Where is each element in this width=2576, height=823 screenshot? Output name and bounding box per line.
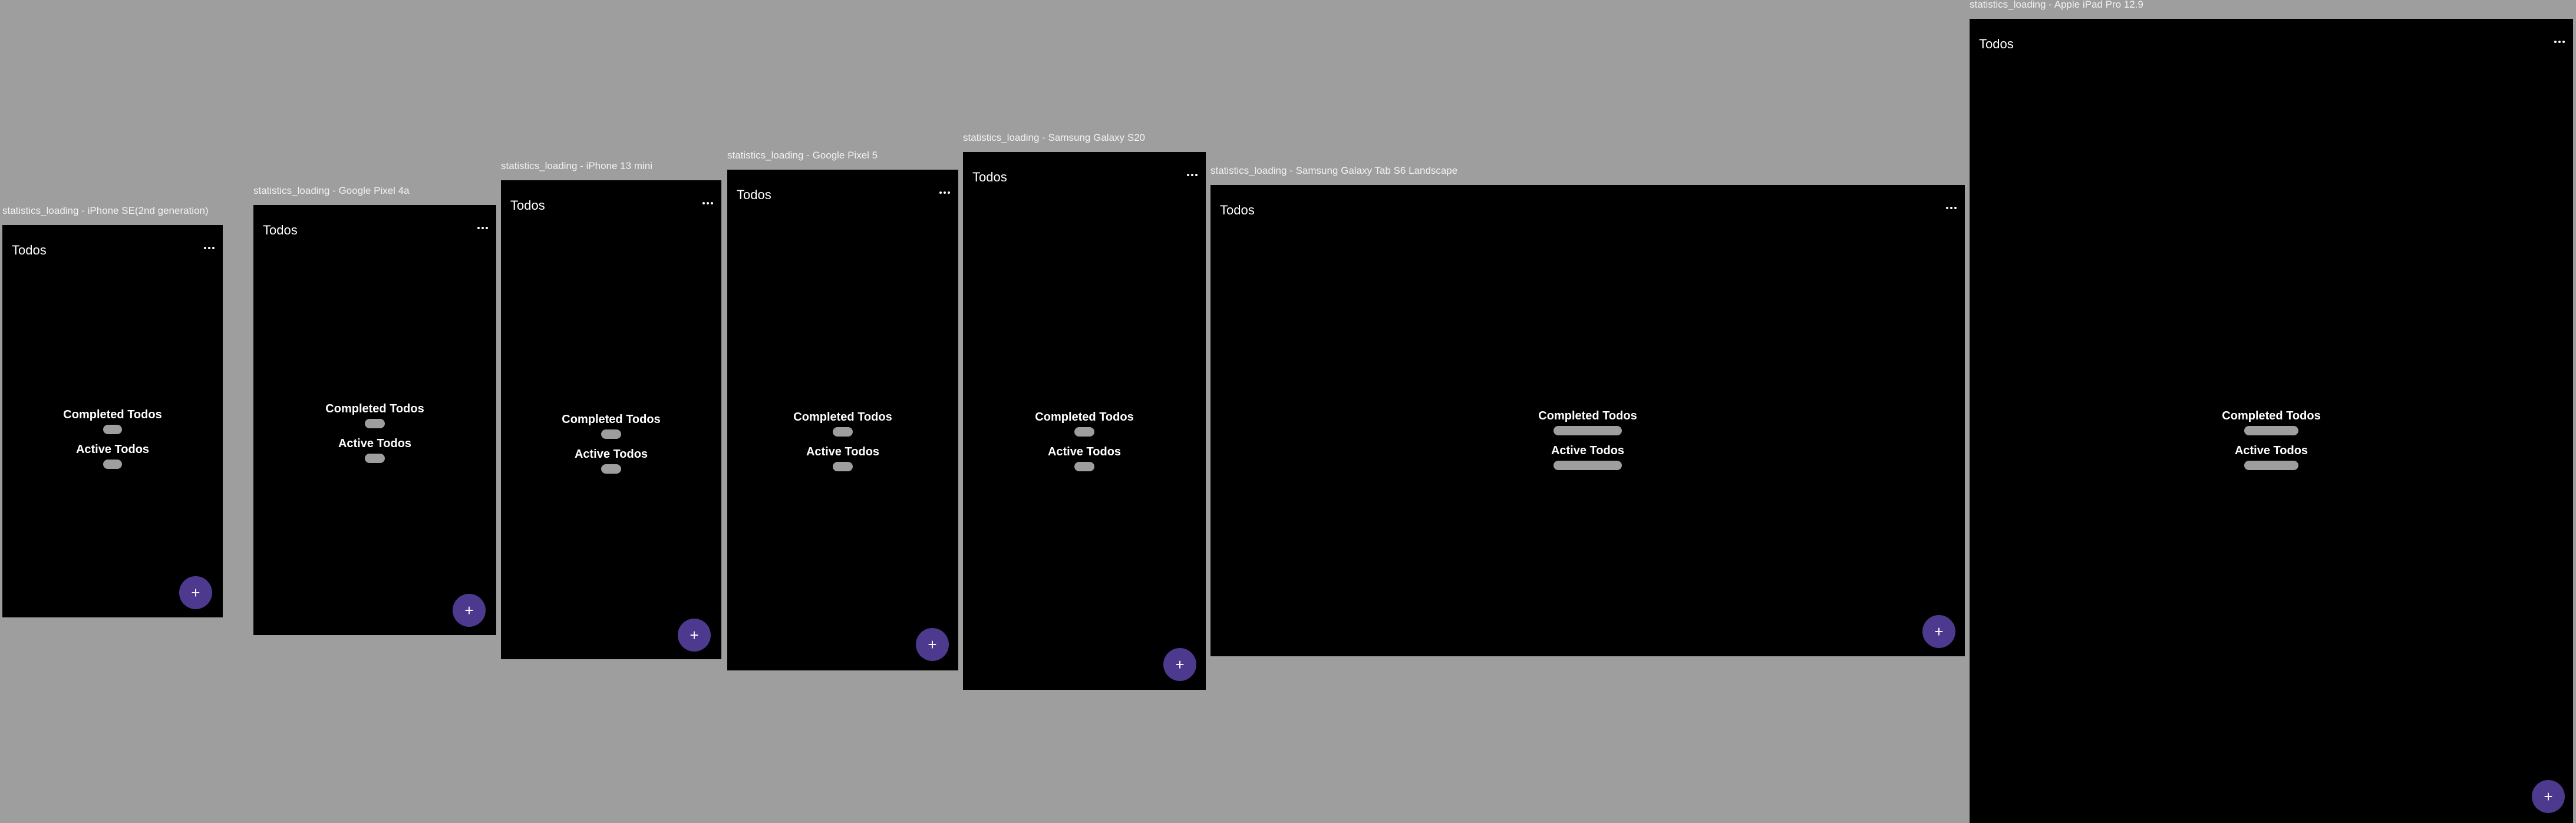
app-bar-title: Todos bbox=[972, 170, 1007, 184]
active-todos-loading-placeholder bbox=[103, 460, 122, 469]
device-screen: Todos Completed Todos Active Todos + bbox=[501, 180, 721, 659]
statistics-panel: Completed Todos Active Todos bbox=[1970, 409, 2573, 478]
frame-caption: statistics_loading - Apple iPad Pro 12.9 bbox=[1970, 0, 2143, 10]
frame-caption: statistics_loading - Samsung Galaxy Tab … bbox=[1211, 165, 1458, 176]
more-horiz-icon[interactable] bbox=[477, 226, 488, 230]
frame-caption: statistics_loading - iPhone 13 mini bbox=[501, 160, 653, 171]
active-todos-loading-placeholder bbox=[365, 454, 385, 463]
frame-caption: statistics_loading - Samsung Galaxy S20 bbox=[963, 132, 1145, 143]
active-todos-label: Active Todos bbox=[574, 448, 648, 461]
completed-todos-loading-placeholder bbox=[103, 425, 122, 434]
more-horiz-icon[interactable] bbox=[1187, 173, 1198, 177]
completed-todos-label: Completed Todos bbox=[63, 408, 162, 421]
add-icon: + bbox=[2544, 788, 2553, 805]
add-icon: + bbox=[690, 626, 699, 644]
statistics-panel: Completed Todos Active Todos bbox=[727, 410, 958, 480]
device-screen: Todos Completed Todos Active Todos + bbox=[963, 152, 1206, 690]
more-horiz-icon[interactable] bbox=[1946, 206, 1957, 210]
device-screen: Todos Completed Todos Active Todos + bbox=[2, 225, 223, 617]
completed-todos-loading-placeholder bbox=[2244, 426, 2298, 435]
frame-caption: statistics_loading - iPhone SE(2nd gener… bbox=[2, 205, 209, 216]
device-frame-pixel-4a: statistics_loading - Google Pixel 4a Tod… bbox=[253, 185, 496, 635]
add-todo-button[interactable]: + bbox=[1922, 615, 1955, 648]
add-icon: + bbox=[191, 584, 200, 601]
app-bar-title: Todos bbox=[263, 223, 298, 237]
more-horiz-icon[interactable] bbox=[702, 201, 713, 205]
completed-todos-label: Completed Todos bbox=[562, 413, 661, 426]
device-screen: Todos Completed Todos Active Todos + bbox=[253, 205, 496, 635]
completed-todos-label: Completed Todos bbox=[1538, 409, 1637, 422]
device-frame-galaxy-s20: statistics_loading - Samsung Galaxy S20 … bbox=[963, 132, 1206, 690]
add-icon: + bbox=[928, 636, 937, 653]
active-todos-label: Active Todos bbox=[2234, 444, 2308, 457]
add-todo-button[interactable]: + bbox=[1163, 648, 1196, 681]
completed-todos-loading-placeholder bbox=[833, 427, 853, 437]
add-todo-button[interactable]: + bbox=[453, 594, 486, 627]
active-todos-label: Active Todos bbox=[75, 443, 150, 456]
completed-todos-label: Completed Todos bbox=[2222, 409, 2321, 422]
add-todo-button[interactable]: + bbox=[179, 576, 212, 609]
app-bar-title: Todos bbox=[737, 187, 771, 202]
more-horiz-icon[interactable] bbox=[939, 191, 950, 194]
device-screen: Todos Completed Todos Active Todos + bbox=[727, 170, 958, 670]
statistics-panel: Completed Todos Active Todos bbox=[2, 408, 223, 477]
add-icon: + bbox=[464, 601, 474, 619]
active-todos-loading-placeholder bbox=[1553, 461, 1622, 470]
active-todos-loading-placeholder bbox=[1074, 462, 1094, 471]
more-horiz-icon[interactable] bbox=[2554, 40, 2565, 44]
app-bar-title: Todos bbox=[510, 198, 545, 213]
app-bar-title: Todos bbox=[1979, 37, 2014, 51]
add-icon: + bbox=[1175, 656, 1185, 673]
statistics-panel: Completed Todos Active Todos bbox=[1211, 409, 1965, 478]
active-todos-label: Active Todos bbox=[806, 445, 880, 458]
statistics-panel: Completed Todos Active Todos bbox=[501, 412, 721, 482]
active-todos-label: Active Todos bbox=[338, 437, 412, 450]
completed-todos-loading-placeholder bbox=[365, 419, 385, 428]
add-todo-button[interactable]: + bbox=[678, 619, 711, 652]
frame-caption: statistics_loading - Google Pixel 4a bbox=[253, 185, 410, 196]
add-todo-button[interactable]: + bbox=[916, 628, 949, 661]
device-frame-galaxy-tab-s6-landscape: statistics_loading - Samsung Galaxy Tab … bbox=[1211, 165, 1965, 656]
add-todo-button[interactable]: + bbox=[2532, 780, 2565, 813]
active-todos-label: Active Todos bbox=[1047, 445, 1122, 458]
app-bar-title: Todos bbox=[1220, 203, 1255, 217]
active-todos-loading-placeholder bbox=[2244, 461, 2298, 470]
completed-todos-loading-placeholder bbox=[601, 429, 621, 439]
active-todos-label: Active Todos bbox=[1551, 444, 1625, 457]
active-todos-loading-placeholder bbox=[833, 462, 853, 471]
more-horiz-icon[interactable] bbox=[204, 246, 215, 250]
completed-todos-label: Completed Todos bbox=[325, 402, 424, 415]
statistics-panel: Completed Todos Active Todos bbox=[253, 402, 496, 471]
device-screen: Todos Completed Todos Active Todos + bbox=[1211, 185, 1965, 656]
device-screen: Todos Completed Todos Active Todos + bbox=[1970, 19, 2573, 823]
device-frame-iphone-se: statistics_loading - iPhone SE(2nd gener… bbox=[2, 205, 223, 617]
completed-todos-label: Completed Todos bbox=[1035, 411, 1134, 424]
active-todos-loading-placeholder bbox=[601, 464, 621, 474]
device-frame-iphone-13-mini: statistics_loading - iPhone 13 mini Todo… bbox=[501, 160, 721, 659]
add-icon: + bbox=[1934, 623, 1944, 640]
frame-caption: statistics_loading - Google Pixel 5 bbox=[727, 150, 878, 161]
completed-todos-loading-placeholder bbox=[1553, 426, 1622, 435]
device-frame-pixel-5: statistics_loading - Google Pixel 5 Todo… bbox=[727, 150, 958, 670]
statistics-panel: Completed Todos Active Todos bbox=[963, 410, 1206, 480]
device-frame-ipad-pro-12-9: statistics_loading - Apple iPad Pro 12.9… bbox=[1970, 0, 2573, 823]
completed-todos-loading-placeholder bbox=[1074, 427, 1094, 437]
app-bar-title: Todos bbox=[12, 243, 47, 257]
completed-todos-label: Completed Todos bbox=[793, 411, 892, 424]
